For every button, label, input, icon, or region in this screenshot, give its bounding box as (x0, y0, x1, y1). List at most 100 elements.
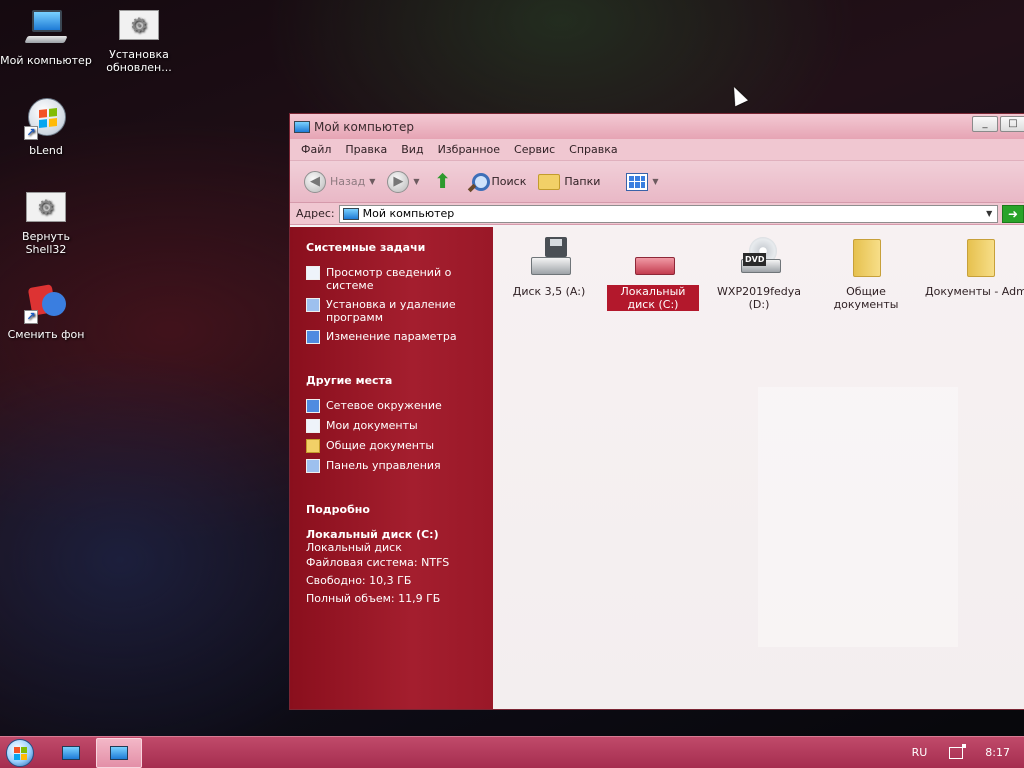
place-control-panel[interactable]: Панель управления (306, 459, 493, 473)
folders-label: Папки (564, 175, 601, 188)
forward-button[interactable]: ▶ ▼ (383, 169, 423, 195)
other-places-group: Другие места Сетевое окружение Мои докум… (306, 374, 493, 473)
toolbar: ◀ Назад ▼ ▶ ▼ ⬆ Поиск Папки ▼ (290, 161, 1024, 203)
place-label: Мои документы (326, 419, 418, 432)
menu-file[interactable]: Файл (294, 143, 338, 156)
folders-button[interactable]: Папки (534, 172, 604, 192)
window-titlebar[interactable]: Мой компьютер _ □ (290, 114, 1024, 139)
item-label: Общие документы (833, 285, 899, 311)
details-name: Локальный диск (C:) (306, 528, 439, 541)
folder-icon (844, 237, 888, 281)
computer-icon (110, 745, 128, 760)
go-button[interactable]: ➜ (1002, 204, 1024, 223)
computer-icon (342, 207, 359, 220)
task-view-system-info[interactable]: Просмотр сведений о системе (306, 266, 493, 292)
folder-icon (538, 173, 561, 190)
system-tasks-header[interactable]: Системные задачи (306, 241, 493, 254)
place-network[interactable]: Сетевое окружение (306, 399, 493, 413)
drive-item-a[interactable]: Диск 3,5 (A:) (503, 237, 595, 298)
forward-arrow-icon: ▶ (387, 170, 410, 193)
taskbar-my-computer[interactable] (96, 737, 142, 768)
hard-drive-icon (631, 237, 675, 281)
place-label: Общие документы (326, 439, 435, 452)
windows-logo-icon (6, 738, 34, 767)
menu-help[interactable]: Справка (562, 143, 624, 156)
language-indicator[interactable]: RU (912, 746, 928, 759)
desktop-icon-label: Установка обновлен... (106, 48, 172, 74)
back-button[interactable]: ◀ Назад ▼ (300, 169, 379, 195)
paint-icon: ↗ (24, 280, 68, 324)
menu-view[interactable]: Вид (394, 143, 430, 156)
chevron-down-icon[interactable]: ▼ (413, 177, 419, 186)
network-icon (306, 399, 320, 413)
folder-item-shared-documents[interactable]: Общие документы (820, 237, 912, 311)
clock[interactable]: 8:17 (985, 746, 1010, 759)
chevron-down-icon[interactable]: ▼ (652, 177, 658, 186)
settings-icon (306, 330, 320, 344)
back-arrow-icon: ◀ (304, 170, 326, 193)
drive-item-c[interactable]: Локальный диск (C:) (607, 237, 699, 311)
desktop-icon-restore-shell32[interactable]: ⚙ Вернуть Shell32 (0, 188, 92, 256)
item-label: WXP2019fedya (D:) (717, 285, 801, 311)
task-label: Просмотр сведений о системе (326, 266, 452, 292)
details-group: Подробно Локальный диск (C:) Локальный д… (306, 503, 493, 608)
menu-bar: Файл Правка Вид Избранное Сервис Справка (290, 139, 1024, 161)
details-filesystem: Файловая система: NTFS (306, 556, 450, 569)
place-my-documents[interactable]: Мои документы (306, 419, 493, 433)
computer-icon (294, 120, 310, 133)
start-button[interactable] (0, 737, 40, 768)
maximize-button[interactable]: □ (1000, 116, 1024, 132)
drive-item-d[interactable]: DVD WXP2019fedya (D:) (713, 237, 805, 311)
task-pane: Системные задачи Просмотр сведений о сис… (290, 227, 493, 709)
control-panel-icon (306, 459, 320, 473)
menu-favorites[interactable]: Избранное (431, 143, 507, 156)
task-add-remove-programs[interactable]: Установка и удаление программ (306, 298, 493, 324)
dvd-drive-icon: DVD (737, 237, 781, 281)
window-title: Мой компьютер (314, 119, 414, 134)
address-label: Адрес: (296, 207, 335, 220)
computer-icon (24, 6, 68, 50)
chevron-down-icon[interactable]: ▼ (369, 177, 375, 186)
details-type: Локальный диск (306, 541, 402, 554)
taskbar-show-desktop[interactable] (48, 738, 94, 768)
desktop-icon-blend[interactable]: ↗ bLend (0, 96, 92, 157)
address-input[interactable]: Мой компьютер ▼ (338, 204, 999, 223)
address-value: Мой компьютер (362, 207, 455, 220)
task-label: Изменение параметра (326, 330, 457, 343)
chevron-down-icon[interactable]: ▼ (981, 206, 997, 222)
up-folder-icon: ⬆ (434, 168, 451, 193)
settings-window-icon: ⚙ (26, 192, 66, 222)
up-button[interactable]: ⬆ (428, 169, 458, 195)
other-places-header[interactable]: Другие места (306, 374, 493, 387)
place-shared-documents[interactable]: Общие документы (306, 439, 493, 453)
item-label: Локальный диск (C:) (607, 285, 699, 311)
back-label: Назад (330, 175, 366, 188)
floppy-drive-icon (527, 237, 571, 281)
dvd-badge: DVD (743, 253, 767, 266)
mouse-cursor-icon (727, 84, 748, 107)
desktop-icon-label: bLend (29, 144, 63, 157)
task-label: Установка и удаление программ (326, 298, 456, 324)
desktop-icon (62, 745, 80, 760)
search-button[interactable]: Поиск (462, 169, 531, 195)
desktop-icon-updates[interactable]: ⚙ Установка обновлен... (93, 6, 185, 74)
items-view: Диск 3,5 (A:) Локальный диск (C:) DVD WX… (493, 227, 1024, 709)
windows-logo-icon: ↗ (24, 96, 68, 140)
folder-item-admin-documents[interactable]: Документы - Admin (925, 237, 1024, 298)
place-label: Сетевое окружение (326, 399, 442, 412)
views-button[interactable]: ▼ (622, 171, 662, 193)
desktop-icon-change-background[interactable]: ↗ Сменить фон (0, 280, 92, 341)
details-header[interactable]: Подробно (306, 503, 493, 516)
address-bar: Адрес: Мой компьютер ▼ ➜ (290, 203, 1024, 225)
menu-tools[interactable]: Сервис (507, 143, 562, 156)
views-icon (626, 172, 649, 191)
documents-icon (306, 419, 320, 433)
search-label: Поиск (491, 175, 527, 188)
menu-edit[interactable]: Правка (338, 143, 394, 156)
network-icon[interactable] (949, 743, 967, 759)
desktop-icon-my-computer[interactable]: Мой компьютер (0, 6, 92, 67)
minimize-button[interactable]: _ (972, 116, 998, 132)
settings-window-icon: ⚙ (119, 10, 159, 40)
place-label: Панель управления (326, 459, 441, 472)
task-change-setting[interactable]: Изменение параметра (306, 330, 493, 344)
